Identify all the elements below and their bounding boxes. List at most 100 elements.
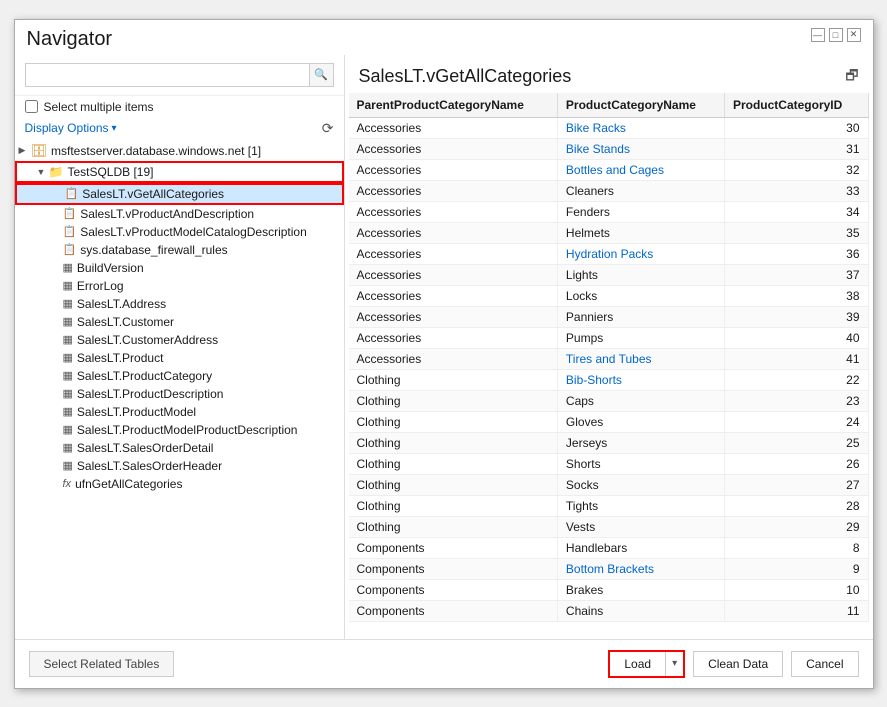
table-icon: ▦ (63, 279, 73, 292)
table-cell: 25 (724, 432, 868, 453)
tree-item[interactable]: ▦SalesLT.Address (15, 295, 344, 313)
table-row: AccessoriesHydration Packs36 (349, 243, 869, 264)
table-cell: Accessories (349, 327, 558, 348)
table-cell: 37 (724, 264, 868, 285)
view-icon: 📋 (63, 207, 77, 220)
load-button[interactable]: Load (610, 652, 666, 676)
close-button[interactable]: ✕ (847, 28, 861, 42)
table-cell: Bottom Brackets (557, 558, 724, 579)
navigator-dialog: Navigator — □ ✕ 🔍 Select multiple items … (14, 19, 874, 689)
table-cell: Clothing (349, 453, 558, 474)
tree-item[interactable]: ▦SalesLT.CustomerAddress (15, 331, 344, 349)
select-multiple-checkbox[interactable] (25, 100, 38, 113)
table-cell: Panniers (557, 306, 724, 327)
preview-header: SalesLT.vGetAllCategories 🗗 (345, 55, 873, 93)
tree-item-label: SalesLT.ProductDescription (77, 387, 224, 401)
tree-item[interactable]: ▦SalesLT.SalesOrderHeader (15, 457, 344, 475)
tree-item[interactable]: ▦ SalesLT.ProductDescription (15, 385, 344, 403)
table-cell: Lights (557, 264, 724, 285)
tree-item[interactable]: ▦BuildVersion (15, 259, 344, 277)
table-row: ComponentsHandlebars8 (349, 537, 869, 558)
table-icon: ▦ (63, 423, 73, 436)
table-cell: 28 (724, 495, 868, 516)
table-cell: 32 (724, 159, 868, 180)
cancel-button[interactable]: Cancel (791, 651, 858, 677)
tree-item-label: ErrorLog (77, 279, 124, 293)
tree-item[interactable]: ▦SalesLT.ProductModel (15, 403, 344, 421)
table-cell: 10 (724, 579, 868, 600)
display-options-label-text: Display Options (25, 121, 109, 135)
load-button-group: Load ▾ (608, 650, 685, 678)
table-cell: Components (349, 558, 558, 579)
tree-root: ▶🗄msftestserver.database.windows.net [1]… (15, 141, 344, 493)
table-cell: Clothing (349, 495, 558, 516)
table-cell: Accessories (349, 243, 558, 264)
tree-item[interactable]: 📋SalesLT.vGetAllCategories (15, 183, 344, 205)
tree-arrow-icon: ▼ (37, 167, 47, 177)
tree-item[interactable]: ▶🗄msftestserver.database.windows.net [1] (15, 141, 344, 161)
table-header: ParentProductCategoryNameProductCategory… (349, 93, 869, 118)
tree-item[interactable]: 📋SalesLT.vProductAndDescription (15, 205, 344, 223)
tree-item[interactable]: ▦SalesLT.Customer (15, 313, 344, 331)
table-cell: Pumps (557, 327, 724, 348)
select-related-button[interactable]: Select Related Tables (29, 651, 175, 677)
table-cell: Components (349, 600, 558, 621)
tree-item[interactable]: ▼📁TestSQLDB [19] (15, 161, 344, 183)
table-cell: Bike Racks (557, 117, 724, 138)
table-cell: Chains (557, 600, 724, 621)
table-row: ClothingVests29 (349, 516, 869, 537)
tree-item[interactable]: ▦ ErrorLog (15, 277, 344, 295)
tree-item[interactable]: fxufnGetAllCategories (15, 475, 344, 493)
table-icon: ▦ (63, 315, 73, 328)
minimize-button[interactable]: — (811, 28, 825, 42)
tree-item-label: sys.database_firewall_rules (80, 243, 227, 257)
clean-data-button[interactable]: Clean Data (693, 651, 783, 677)
table-cell: 36 (724, 243, 868, 264)
search-button[interactable]: 🔍 (310, 63, 334, 87)
tree-item[interactable]: 📋sys.database_firewall_rules (15, 241, 344, 259)
tree-item[interactable]: ▦SalesLT.Product (15, 349, 344, 367)
table-cell: Clothing (349, 432, 558, 453)
load-dropdown-button[interactable]: ▾ (666, 653, 683, 674)
table-cell: Tights (557, 495, 724, 516)
table-cell: Accessories (349, 264, 558, 285)
table-cell: Caps (557, 390, 724, 411)
preview-expand-icon[interactable]: 🗗 (845, 65, 858, 89)
table-icon: ▦ (63, 459, 73, 472)
refresh-icon[interactable]: ⟳ (322, 120, 334, 137)
maximize-button[interactable]: □ (829, 28, 843, 42)
table-cell: Bottles and Cages (557, 159, 724, 180)
table-icon: ▦ (63, 387, 73, 400)
tree-item[interactable]: ▦SalesLT.ProductCategory (15, 367, 344, 385)
tree-item-label: SalesLT.Product (77, 351, 164, 365)
table-cell: 40 (724, 327, 868, 348)
display-options-button[interactable]: Display Options ▾ (25, 121, 117, 135)
table-cell: Clothing (349, 474, 558, 495)
table-icon: ▦ (63, 405, 73, 418)
dialog-title: Navigator (27, 28, 113, 51)
table-icon: ▦ (63, 441, 73, 454)
table-row: AccessoriesBottles and Cages32 (349, 159, 869, 180)
table-cell: Accessories (349, 222, 558, 243)
data-table: ParentProductCategoryNameProductCategory… (349, 93, 869, 622)
search-input[interactable] (25, 63, 310, 87)
bottom-left: Select Related Tables (29, 651, 175, 677)
table-row: ClothingTights28 (349, 495, 869, 516)
search-bar: 🔍 (15, 55, 344, 96)
tree-item[interactable]: ▦SalesLT.SalesOrderDetail (15, 439, 344, 457)
select-multiple-row: Select multiple items (15, 96, 344, 118)
tree-item[interactable]: ▦SalesLT.ProductModelProductDescription (15, 421, 344, 439)
table-cell: 8 (724, 537, 868, 558)
tree-container[interactable]: ▶🗄msftestserver.database.windows.net [1]… (15, 141, 344, 639)
table-cell: 30 (724, 117, 868, 138)
main-content: 🔍 Select multiple items Display Options … (15, 55, 873, 639)
view-icon: 📋 (63, 243, 77, 256)
table-cell: Accessories (349, 306, 558, 327)
tree-item[interactable]: 📋SalesLT.vProductModelCatalogDescription (15, 223, 344, 241)
table-row: AccessoriesBike Stands31 (349, 138, 869, 159)
bottom-bar: Select Related Tables Load ▾ Clean Data … (15, 639, 873, 688)
data-table-container[interactable]: ParentProductCategoryNameProductCategory… (349, 93, 869, 639)
table-row: AccessoriesLights37 (349, 264, 869, 285)
left-panel: 🔍 Select multiple items Display Options … (15, 55, 345, 639)
table-row: ComponentsBottom Brackets9 (349, 558, 869, 579)
